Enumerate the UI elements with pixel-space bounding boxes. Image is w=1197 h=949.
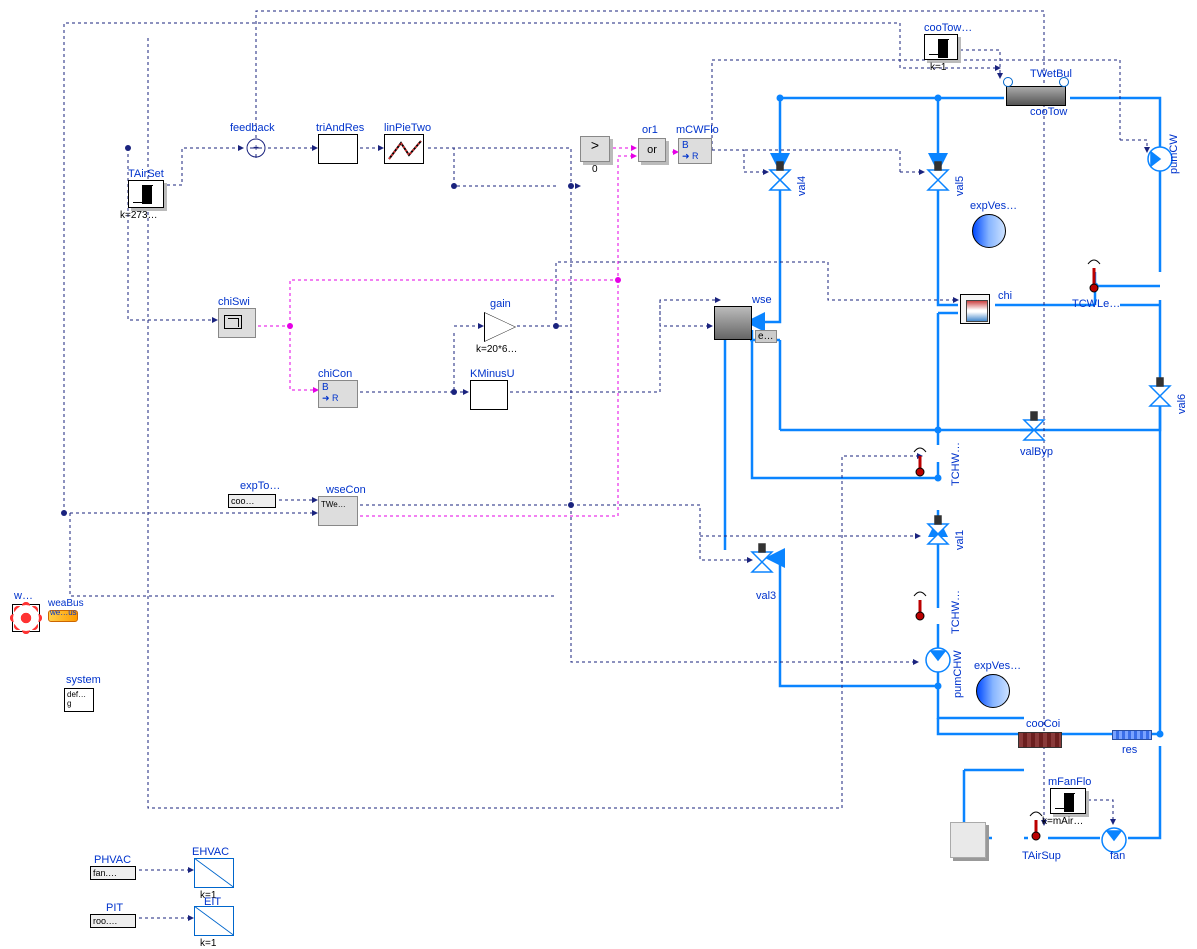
- val6-label: val6: [1176, 394, 1188, 414]
- mcwflo-sub: ➜ R: [682, 151, 708, 162]
- greater0-k: 0: [592, 164, 598, 175]
- res-block[interactable]: [1112, 730, 1152, 740]
- mfanflo-k: k=mAir…: [1042, 816, 1083, 827]
- weather-block[interactable]: [12, 604, 40, 632]
- wsecon-block[interactable]: TWe…: [318, 496, 358, 526]
- wse-label: wse: [752, 294, 772, 306]
- tchw2-label: TCHW…: [950, 590, 962, 634]
- hysteresis-icon: [224, 315, 242, 329]
- kminusu-block[interactable]: [470, 380, 508, 410]
- phvac-label: PHVAC: [94, 854, 131, 866]
- gain-k: k=20*6…: [476, 344, 517, 355]
- mfanflo-label: mFanFlo: [1048, 776, 1091, 788]
- eit-block[interactable]: [194, 906, 234, 936]
- weabus-label2: we…us: [50, 608, 77, 617]
- tchw1-label: TCHW…: [950, 442, 962, 486]
- chicon-block[interactable]: B ➜ R: [318, 380, 358, 408]
- kminusu-label: KMinusU: [470, 368, 515, 380]
- system-sub: def… g: [67, 690, 86, 708]
- linpietwo-block[interactable]: [384, 134, 424, 164]
- triandres-label: triAndRes: [316, 122, 364, 134]
- wse-e: e…: [755, 330, 777, 343]
- val1-label: val1: [954, 530, 966, 550]
- expveschw-label: expVes…: [974, 660, 1021, 672]
- tairsup-label: TAirSup: [1022, 850, 1061, 862]
- pumcw-label: pumCW: [1168, 134, 1180, 174]
- wse-block[interactable]: [714, 306, 752, 340]
- wsecon-sub: TWe…: [321, 500, 346, 509]
- mcwflo-block[interactable]: B ➜ R: [678, 138, 712, 164]
- tairset-label: TAirSet: [128, 168, 164, 180]
- mcwflo-label: mCWFlo: [676, 124, 719, 136]
- pit-label: PIT: [106, 902, 123, 914]
- expveschi-label: expVes…: [970, 200, 1017, 212]
- chiswi-block[interactable]: [218, 308, 256, 338]
- cootow-block[interactable]: [1006, 86, 1066, 106]
- greater0-op: >: [591, 137, 599, 153]
- tairset-block[interactable]: [128, 180, 164, 208]
- expveschw-block[interactable]: [976, 674, 1010, 708]
- or1-block[interactable]: or: [638, 138, 666, 162]
- cootow-label: cooTow: [1030, 106, 1067, 118]
- res-label: res: [1122, 744, 1137, 756]
- wsecon-label: wseCon: [326, 484, 366, 496]
- ehvac-label: EHVAC: [192, 846, 229, 858]
- system-label: system: [66, 674, 101, 686]
- or1-body: or: [647, 144, 657, 156]
- pumchw-label: pumCHW: [952, 650, 964, 698]
- room-block[interactable]: [950, 822, 986, 858]
- pit-sub: roo.…: [93, 916, 118, 926]
- val5-label: val5: [954, 176, 966, 196]
- tairset-k: k=273…: [120, 210, 158, 221]
- chiswi-label: chiSwi: [218, 296, 250, 308]
- coocoi-label: cooCoi: [1026, 718, 1060, 730]
- coocoi-block[interactable]: [1018, 732, 1062, 748]
- pit-block[interactable]: roo.…: [90, 914, 136, 928]
- expto-label: expTo…: [240, 480, 280, 492]
- linpietwo-icon: [387, 137, 423, 163]
- linpietwo-label: linPieTwo: [384, 122, 431, 134]
- feedback-label: feedback: [230, 122, 275, 134]
- weather-label: w…: [14, 590, 33, 602]
- triandres-block[interactable]: [318, 134, 358, 164]
- phvac-sub: fan.…: [93, 868, 117, 878]
- chicon-sub: ➜ R: [322, 393, 354, 404]
- gain-block[interactable]: [484, 312, 518, 342]
- greater0-block[interactable]: >: [580, 136, 610, 162]
- expto-sub: coo…: [231, 496, 255, 506]
- mfanflo-block[interactable]: [1050, 788, 1086, 814]
- sun-icon: [17, 609, 35, 627]
- system-block[interactable]: def… g: [64, 688, 94, 712]
- chicon-op: B: [322, 382, 354, 393]
- val4-label: val4: [796, 176, 808, 196]
- tcwle-label: TCWLe…: [1072, 298, 1120, 310]
- gain-label: gain: [490, 298, 511, 310]
- val3-label: val3: [756, 590, 776, 602]
- ehvac-block[interactable]: [194, 858, 234, 888]
- cootowconst-k: k=1: [930, 62, 946, 73]
- fan-label: fan: [1110, 850, 1125, 862]
- or1-label: or1: [642, 124, 658, 136]
- chi-label: chi: [998, 290, 1012, 302]
- mcwflo-op: B: [682, 140, 708, 151]
- expveschi-block[interactable]: [972, 214, 1006, 248]
- expto-block[interactable]: coo…: [228, 494, 276, 508]
- eit-k: k=1: [200, 938, 216, 949]
- chi-block[interactable]: [960, 294, 990, 324]
- valbyp-label: valByp: [1020, 446, 1053, 458]
- cootowconst-label: cooTow…: [924, 22, 972, 34]
- svg-text:+: +: [253, 143, 259, 154]
- phvac-block[interactable]: fan.…: [90, 866, 136, 880]
- chicon-label: chiCon: [318, 368, 352, 380]
- cootowconst-block[interactable]: [924, 34, 958, 60]
